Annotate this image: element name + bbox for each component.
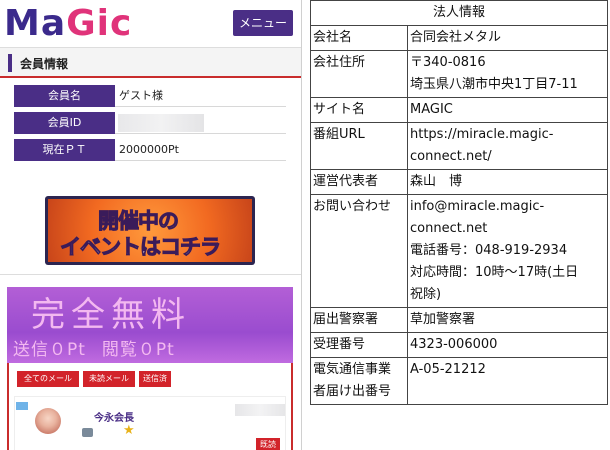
member-name-value: ゲスト様 xyxy=(119,89,163,102)
value-line: A-05-21212 xyxy=(410,362,486,377)
value-line: 草加警察署 xyxy=(410,312,476,327)
value-line: MAGIC xyxy=(410,102,453,117)
value-line: 4323-006000 xyxy=(410,337,498,352)
table-row: 届出警察署 草加警察署 xyxy=(310,307,608,333)
site-header: MaGic メニュー xyxy=(0,0,301,47)
row-value-police: 草加警察署 xyxy=(407,307,608,333)
table-row: お問い合わせ info@miracle.magic- connect.net 電… xyxy=(310,194,608,308)
table-row: 受理番号 4323-006000 xyxy=(310,332,608,358)
table-row: 番組URL https://miracle.magic- connect.net… xyxy=(310,122,608,170)
row-key-police: 届出警察署 xyxy=(310,307,408,333)
free-banner-subline: 送信０Pt 閲覧０Pt xyxy=(13,335,253,361)
member-name-label: 会員名 xyxy=(14,85,115,107)
row-value-address: 〒340-0816 埼玉県八潮市中央1丁目7-11 xyxy=(407,50,608,98)
table-row: 会社名 合同会社メタル xyxy=(310,25,608,51)
divider xyxy=(0,274,301,275)
member-info-header: 会員情報 xyxy=(0,47,301,78)
row-key-site-name: サイト名 xyxy=(310,97,408,123)
value-line: info@miracle.magic- xyxy=(410,199,545,214)
row-value-url[interactable]: https://miracle.magic- connect.net/ xyxy=(407,122,608,170)
row-value-contact: info@miracle.magic- connect.net 電話番号：048… xyxy=(407,194,608,308)
event-banner[interactable]: 開催中の イベントはコチラ xyxy=(45,196,255,265)
row-key-representative: 運営代表者 xyxy=(310,169,408,195)
value-line: https://miracle.magic- xyxy=(410,127,554,142)
corp-info-title: 法人情報 xyxy=(310,0,608,26)
free-banner-headline: 完全無料 xyxy=(31,295,191,335)
row-value-representative: 森山 博 xyxy=(407,169,608,195)
site-logo[interactable]: MaGic xyxy=(4,2,132,46)
member-row-points: 現在ＰＴ 2000000Pt xyxy=(14,139,286,161)
menu-button[interactable]: メニュー xyxy=(233,10,293,36)
message-sender-name: 今永会長 xyxy=(94,413,134,424)
member-row-name: 会員名 ゲスト様 xyxy=(14,85,286,107)
table-row: 電気通信事業 者届け出番号 A-05-21212 xyxy=(310,357,608,405)
message-date-blurred xyxy=(235,404,285,416)
row-value-site-name: MAGIC xyxy=(407,97,608,123)
corp-info-panel: 法人情報 会社名 合同会社メタル 会社住所 〒340-0816 埼玉県八潮市中央… xyxy=(310,0,610,450)
read-badge: 既読 xyxy=(256,438,280,450)
camera-icon xyxy=(82,428,93,437)
avatar[interactable] xyxy=(35,408,61,434)
value-line: 埼玉県八潮市中央1丁目7-11 xyxy=(410,77,578,92)
value-line: 〒340-0816 xyxy=(410,55,486,70)
value-line: connect.net/ xyxy=(410,149,492,164)
table-row: 運営代表者 森山 博 xyxy=(310,169,608,195)
tab-unread-mail[interactable]: 未読メール xyxy=(83,371,135,387)
tab-all-mail[interactable]: 全てのメール xyxy=(17,371,79,387)
member-id-value-blurred xyxy=(118,114,204,132)
member-info-title: 会員情報 xyxy=(20,57,69,71)
row-key-address: 会社住所 xyxy=(310,50,408,98)
section-accent-bar xyxy=(8,54,12,72)
table-row: 法人情報 xyxy=(310,0,608,26)
value-line: 電話番号：048-919-2934 xyxy=(410,243,568,258)
member-row-id: 会員ID xyxy=(14,112,286,134)
tab-sent-mail[interactable]: 送信済 xyxy=(139,371,171,387)
row-value-receipt: 4323-006000 xyxy=(407,332,608,358)
member-points-label[interactable]: 現在ＰＴ xyxy=(14,139,115,161)
logo-text-part1: Ma xyxy=(4,3,67,44)
row-key-telecom: 電気通信事業 者届け出番号 xyxy=(310,357,408,405)
pin-icon xyxy=(16,402,28,410)
value-line: 祝除) xyxy=(410,287,442,302)
value-line: connect.net xyxy=(410,221,488,236)
free-banner[interactable]: 完全無料 送信０Pt 閲覧０Pt xyxy=(7,287,293,363)
table-row: 会社住所 〒340-0816 埼玉県八潮市中央1丁目7-11 xyxy=(310,50,608,98)
key-line: 者届け出番号 xyxy=(313,384,392,399)
free-banner-send: 送信０Pt xyxy=(13,340,86,360)
row-key-contact: お問い合わせ xyxy=(310,194,408,308)
free-banner-view: 閲覧０Pt xyxy=(101,340,175,360)
member-id-label: 会員ID xyxy=(14,112,115,134)
event-banner-background: 開催中の イベントはコチラ xyxy=(48,199,252,262)
value-line: 合同会社メタル xyxy=(410,30,502,45)
key-line: 電気通信事業 xyxy=(313,362,392,377)
table-row: サイト名 MAGIC xyxy=(310,97,608,123)
corp-info-table: 法人情報 会社名 合同会社メタル 会社住所 〒340-0816 埼玉県八潮市中央… xyxy=(310,0,608,405)
row-value-company: 合同会社メタル xyxy=(407,25,608,51)
row-key-company: 会社名 xyxy=(310,25,408,51)
mobile-site-panel: MaGic メニュー 会員情報 会員名 ゲスト様 会員ID 現在ＰＴ 20000… xyxy=(0,0,302,450)
value-line: 対応時間：10時～17時(土日 xyxy=(410,265,579,280)
star-icon: ★ xyxy=(123,423,135,438)
logo-text-part2: Gic xyxy=(66,3,133,44)
row-key-receipt: 受理番号 xyxy=(310,332,408,358)
row-key-url: 番組URL xyxy=(310,122,408,170)
event-banner-line2: イベントはコチラ xyxy=(60,235,222,260)
value-line: 森山 博 xyxy=(410,174,463,189)
row-value-telecom: A-05-21212 xyxy=(407,357,608,405)
member-points-value: 2000000Pt xyxy=(119,143,179,156)
